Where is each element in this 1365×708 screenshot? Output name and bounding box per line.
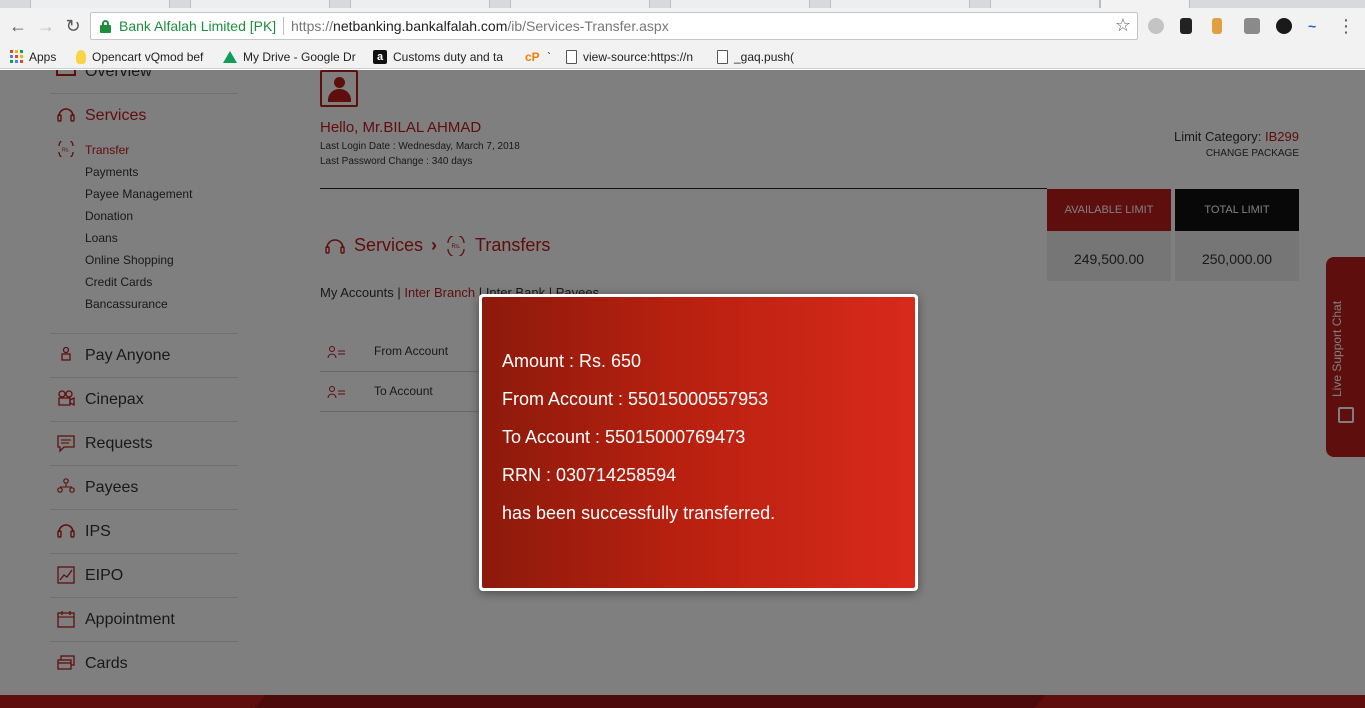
bookmark-opencart[interactable]: Opencart vQmod bef bbox=[76, 48, 203, 65]
bookmark-label: ` bbox=[547, 49, 551, 64]
browser-tab-active[interactable] bbox=[1100, 0, 1190, 8]
bookmarks-bar: Apps Opencart vQmod bef My Drive - Googl… bbox=[0, 44, 1365, 69]
dialog-from-account: From Account : 55015000557953 bbox=[502, 389, 769, 409]
browser-tab[interactable] bbox=[30, 0, 170, 8]
bookmark-gaq-push[interactable]: _gaq.push( bbox=[717, 48, 794, 65]
browser-menu-icon[interactable]: ⋮ bbox=[1336, 16, 1356, 36]
extension-icon[interactable] bbox=[1148, 18, 1164, 34]
bookmark-label: view-source:https://n bbox=[583, 49, 694, 64]
extension-icon[interactable] bbox=[1212, 18, 1222, 34]
dialog-to-account: To Account : 55015000769473 bbox=[502, 427, 746, 447]
dialog-amount: Amount : Rs. 650 bbox=[502, 351, 642, 371]
forward-button[interactable]: → bbox=[36, 16, 56, 36]
link-icon: cP bbox=[525, 49, 540, 64]
transfer-success-panel: Amount : Rs. 650 From Account : 55015000… bbox=[482, 297, 915, 588]
bookmark-label: My Drive - Google Dr bbox=[243, 49, 356, 64]
bookmark-view-source[interactable]: view-source:https://n bbox=[566, 48, 693, 65]
url-scheme: https:// bbox=[291, 18, 334, 34]
site-identity[interactable]: Bank Alfalah Limited [PK] bbox=[119, 18, 276, 34]
reload-button[interactable]: ↻ bbox=[63, 16, 83, 36]
google-drive-icon bbox=[223, 50, 237, 63]
browser-tab-strip bbox=[0, 0, 1365, 8]
bookmark-link[interactable]: cP ` bbox=[525, 48, 551, 65]
browser-tab[interactable] bbox=[990, 0, 1100, 8]
url-path: /ib/Services-Transfer.aspx bbox=[507, 18, 669, 34]
browser-tab[interactable] bbox=[510, 0, 650, 8]
dialog-message: has been successfully transferred. bbox=[502, 503, 776, 523]
bookmark-label: Opencart vQmod bef bbox=[92, 49, 204, 64]
amazon-icon: a bbox=[373, 49, 387, 64]
lock-icon bbox=[100, 20, 111, 33]
extension-icon[interactable] bbox=[1244, 18, 1260, 34]
bookmark-star-icon[interactable]: ☆ bbox=[1115, 15, 1131, 36]
back-button[interactable]: ← bbox=[8, 16, 28, 36]
apps-grid-icon bbox=[10, 50, 23, 63]
bookmark-apps[interactable]: Apps bbox=[10, 48, 56, 65]
bookmark-google-drive[interactable]: My Drive - Google Dr bbox=[223, 48, 356, 65]
bookmark-label: _gaq.push( bbox=[734, 49, 795, 64]
dialog-rrn: RRN : 030714258594 bbox=[502, 465, 677, 485]
address-bar[interactable]: Bank Alfalah Limited [PK] https://netban… bbox=[90, 12, 1138, 40]
page-icon bbox=[566, 49, 577, 64]
address-separator bbox=[283, 17, 284, 35]
browser-tab[interactable] bbox=[670, 0, 810, 8]
extension-icon[interactable]: ~ bbox=[1308, 18, 1324, 34]
browser-tab[interactable] bbox=[350, 0, 490, 8]
transfer-success-dialog: Amount : Rs. 650 From Account : 55015000… bbox=[479, 294, 918, 591]
bookmark-customs[interactable]: a Customs duty and ta bbox=[373, 48, 503, 65]
url-host: netbanking.bankalfalah.com bbox=[333, 18, 508, 34]
browser-tab[interactable] bbox=[830, 0, 970, 8]
extension-icon[interactable] bbox=[1276, 18, 1292, 34]
bookmark-label: Apps bbox=[29, 49, 57, 64]
browser-tab[interactable] bbox=[190, 0, 330, 8]
extension-icon[interactable] bbox=[1180, 18, 1192, 34]
bookmark-label: Customs duty and ta bbox=[393, 49, 504, 64]
browser-toolbar: ← → ↻ Bank Alfalah Limited [PK] https://… bbox=[0, 8, 1365, 44]
url-text: https://netbanking.bankalfalah.com/ib/Se… bbox=[291, 18, 669, 34]
page-content: Overview Services Rs. Transfer Payments … bbox=[0, 70, 1365, 708]
lightbulb-icon bbox=[76, 49, 86, 64]
page-icon bbox=[717, 49, 728, 64]
